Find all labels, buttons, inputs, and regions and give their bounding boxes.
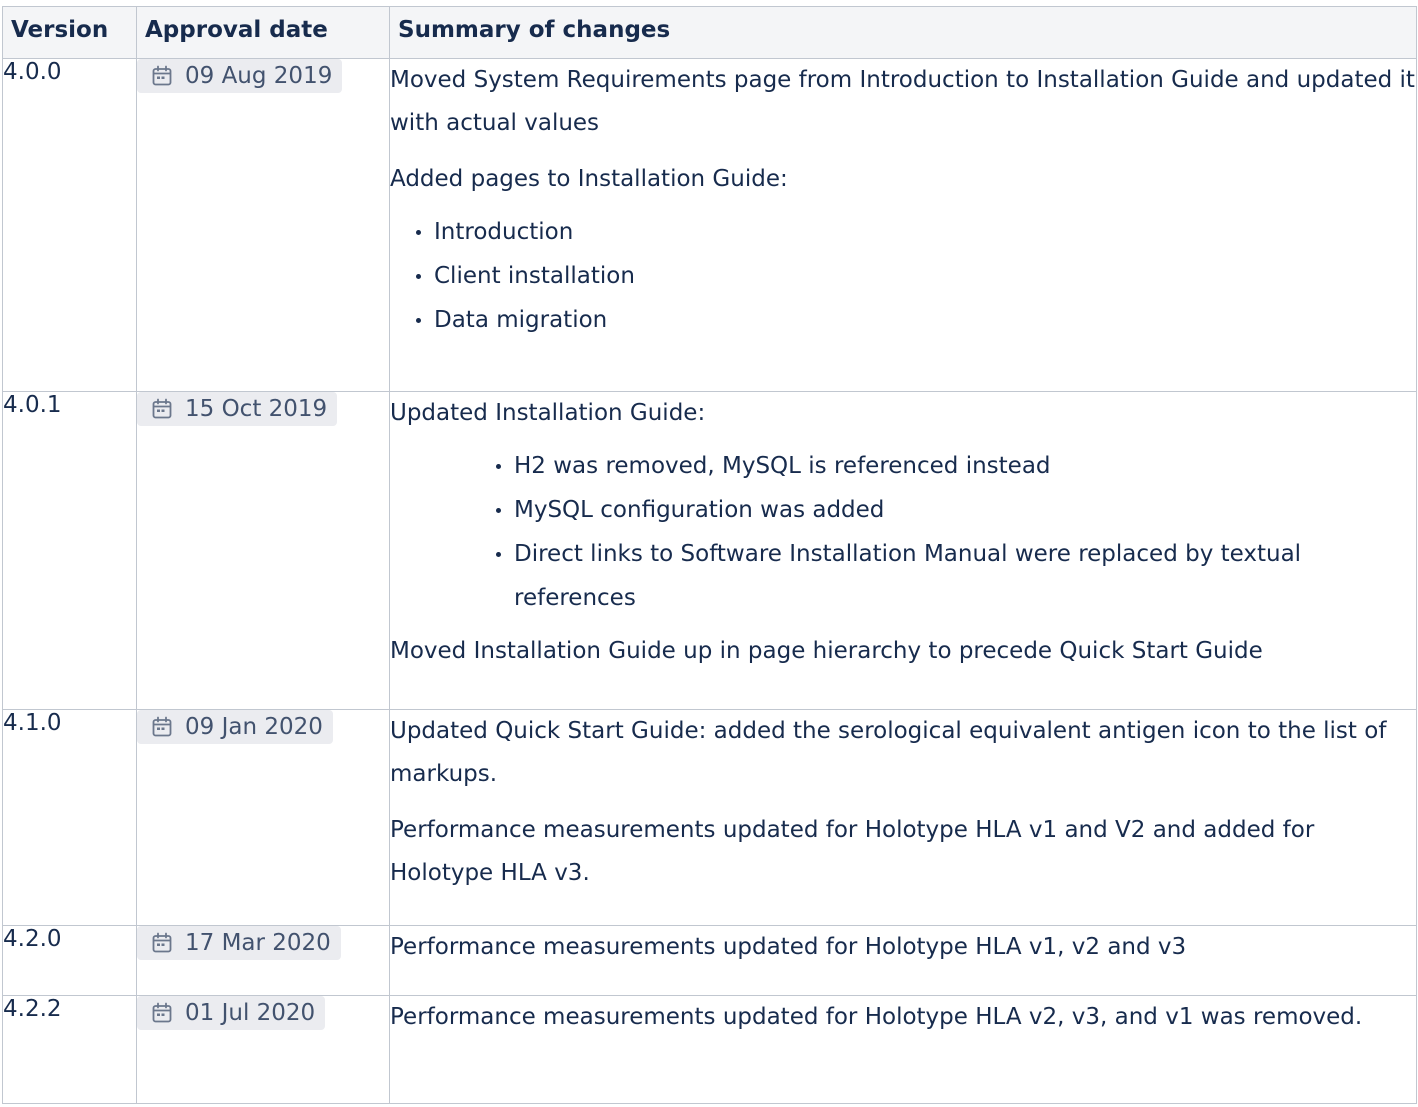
date-text: 01 Jul 2020 <box>185 1000 316 1026</box>
date-text: 09 Aug 2019 <box>185 63 333 89</box>
summary-paragraph: Performance measurements updated for Hol… <box>390 1004 1363 1030</box>
calendar-icon <box>151 398 173 420</box>
summary-cell: Performance measurements updated for Hol… <box>389 925 1417 996</box>
date-text: 09 Jan 2020 <box>185 714 323 740</box>
version-cell: 4.2.0 <box>2 925 137 996</box>
summary-paragraph: Added pages to Installation Guide: <box>390 166 788 192</box>
header-summary: Summary of changes <box>389 6 1417 59</box>
list-item: Introduction <box>416 210 1416 254</box>
summary-list: H2 was removed, MySQL is referenced inst… <box>390 444 1416 620</box>
calendar-icon <box>151 1002 173 1024</box>
list-item: Client installation <box>416 254 1416 298</box>
version-cell: 4.0.1 <box>2 391 137 710</box>
table-header-row: Version Approval date Summary of changes <box>2 6 1417 59</box>
summary-paragraph: Updated Installation Guide: <box>390 400 706 426</box>
date-lozenge[interactable]: 09 Aug 2019 <box>137 59 343 93</box>
date-cell: 17 Mar 2020 <box>136 925 390 996</box>
calendar-icon <box>151 716 173 738</box>
version-cell: 4.1.0 <box>2 709 137 926</box>
summary-paragraph: Updated Quick Start Guide: added the ser… <box>390 718 1387 787</box>
header-approval-date: Approval date <box>136 6 390 59</box>
list-item: Data migration <box>416 298 1416 342</box>
version-cell: 4.2.2 <box>2 995 137 1104</box>
date-cell: 09 Aug 2019 <box>136 58 390 392</box>
summary-paragraph: Performance measurements updated for Hol… <box>390 934 1187 960</box>
summary-paragraph: Moved Installation Guide up in page hier… <box>390 638 1263 664</box>
table-row: 4.1.0 09 Jan 2020 Updated Quick Start Gu… <box>2 709 1417 926</box>
summary-cell: Moved System Requirements page from Intr… <box>389 58 1417 392</box>
calendar-icon <box>151 932 173 954</box>
list-item: Direct links to Software Installation Ma… <box>496 532 1416 620</box>
date-cell: 15 Oct 2019 <box>136 391 390 710</box>
summary-paragraph: Performance measurements updated for Hol… <box>390 817 1315 886</box>
summary-paragraph: Moved System Requirements page from Intr… <box>390 67 1415 136</box>
table-row: 4.0.0 09 Aug 2019 Moved System Requireme… <box>2 58 1417 392</box>
header-version: Version <box>2 6 137 59</box>
date-cell: 09 Jan 2020 <box>136 709 390 926</box>
date-lozenge[interactable]: 01 Jul 2020 <box>137 996 326 1030</box>
summary-cell: Performance measurements updated for Hol… <box>389 995 1417 1104</box>
change-log-table: Version Approval date Summary of changes… <box>2 6 1417 1104</box>
date-lozenge[interactable]: 17 Mar 2020 <box>137 926 341 960</box>
table-row: 4.2.2 01 Jul 2020 Performance measuremen… <box>2 995 1417 1104</box>
table-row: 4.2.0 17 Mar 2020 Performance measuremen… <box>2 925 1417 996</box>
calendar-icon <box>151 65 173 87</box>
date-lozenge[interactable]: 09 Jan 2020 <box>137 710 333 744</box>
table-row: 4.0.1 15 Oct 2019 Updated Installation G… <box>2 391 1417 710</box>
date-lozenge[interactable]: 15 Oct 2019 <box>137 392 338 426</box>
summary-cell: Updated Quick Start Guide: added the ser… <box>389 709 1417 926</box>
version-cell: 4.0.0 <box>2 58 137 392</box>
date-text: 15 Oct 2019 <box>185 396 328 422</box>
date-cell: 01 Jul 2020 <box>136 995 390 1104</box>
summary-list: Introduction Client installation Data mi… <box>390 210 1416 342</box>
summary-cell: Updated Installation Guide: H2 was remov… <box>389 391 1417 710</box>
date-text: 17 Mar 2020 <box>185 930 331 956</box>
list-item: MySQL configuration was added <box>496 488 1416 532</box>
list-item: H2 was removed, MySQL is referenced inst… <box>496 444 1416 488</box>
